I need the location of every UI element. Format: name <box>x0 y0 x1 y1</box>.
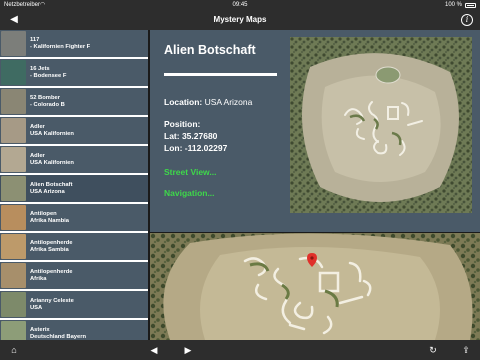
list-item-thumbnail <box>1 118 26 143</box>
list-item-thumbnail <box>1 205 26 230</box>
list-item-thumbnail <box>1 292 26 317</box>
battery-percent: 100 % <box>444 2 462 8</box>
list-item-thumbnail <box>1 89 26 114</box>
list-item-subtitle: - Kalifornien Fighter F <box>30 44 91 50</box>
list-item-subtitle: USA Kalifornien <box>30 131 74 137</box>
satellite-thumbnail[interactable] <box>290 37 472 213</box>
list-item-title: Arianny Celeste <box>30 298 74 304</box>
list-item-title: Adler <box>30 153 45 159</box>
list-item-title: Antilopenherde <box>30 269 73 275</box>
list-item-thumbnail <box>1 60 26 85</box>
list-item-title: Adler <box>30 124 45 130</box>
list-item[interactable]: Adler USA Kalifornien <box>0 146 148 175</box>
bottom-toolbar: ⌂ ◀ ▶ ↻ ⇪ <box>0 340 480 360</box>
list-item-thumbnail <box>1 263 26 288</box>
satellite-map[interactable] <box>150 233 480 340</box>
location-label: Location: <box>164 97 203 107</box>
position-label: Position: <box>164 119 201 129</box>
list-item-subtitle: USA <box>30 305 43 311</box>
share-icon[interactable]: ⇪ <box>458 342 474 358</box>
navigation-link[interactable]: Navigation... <box>164 188 215 198</box>
list-item-thumbnail <box>1 321 26 340</box>
list-item-subtitle: - Colorado B <box>30 102 65 108</box>
previous-icon[interactable]: ◀ <box>146 342 162 358</box>
list-item-title: Asterix <box>30 327 50 333</box>
list-item-thumbnail <box>1 176 26 201</box>
list-item[interactable]: Asterix Deutschland Bayern <box>0 320 148 340</box>
reload-icon[interactable]: ↻ <box>425 342 441 358</box>
list-item-title: Alien Botschaft <box>30 182 73 188</box>
location-line: Location: USA Arizona <box>164 97 252 107</box>
list-item[interactable]: Alien Botschaft USA Arizona <box>0 175 148 204</box>
satellite-thumbnail-image <box>290 37 472 213</box>
status-bar: Netzbetreiber ◠ 09:45 100 % <box>0 0 480 10</box>
detail-panel: Alien Botschaft Location: USA Arizona Po… <box>150 30 288 232</box>
list-item-thumbnail <box>1 234 26 259</box>
list-item[interactable]: 52 Bomber - Colorado B <box>0 88 148 117</box>
longitude: Lon: -112.02297 <box>164 143 228 153</box>
list-item-title: 117 <box>30 37 40 43</box>
home-icon[interactable]: ⌂ <box>6 342 22 358</box>
list-item-subtitle: - Bodensee F <box>30 73 67 79</box>
list-item-thumbnail <box>1 147 26 172</box>
location-value: USA Arizona <box>204 97 253 107</box>
next-icon[interactable]: ▶ <box>180 342 196 358</box>
list-item-subtitle: Afrika <box>30 276 47 282</box>
list-item-title: Antilopen <box>30 211 57 217</box>
list-item[interactable]: Antilopenherde Afrika <box>0 262 148 291</box>
title-divider <box>164 73 277 76</box>
list-item[interactable]: Arianny Celeste USA <box>0 291 148 320</box>
list-item-thumbnail <box>1 31 26 56</box>
list-item-title: 52 Bomber <box>30 95 60 101</box>
list-item[interactable]: 16 Jets - Bodensee F <box>0 59 148 88</box>
info-icon[interactable]: i <box>461 14 473 26</box>
satellite-map-image <box>150 233 480 340</box>
list-item-subtitle: Afrika Sambia <box>30 247 69 253</box>
list-item[interactable]: Antilopenherde Afrika Sambia <box>0 233 148 262</box>
list-item[interactable]: Antilopen Afrika Nambia <box>0 204 148 233</box>
location-name: Alien Botschaft <box>164 43 256 57</box>
list-item-title: Antilopenherde <box>30 240 73 246</box>
list-item-subtitle: USA Kalifornien <box>30 160 74 166</box>
list-item[interactable]: Adler USA Kalifornien <box>0 117 148 146</box>
street-view-link[interactable]: Street View... <box>164 167 216 177</box>
list-item-subtitle: Afrika Nambia <box>30 218 69 224</box>
battery-icon <box>465 3 476 8</box>
location-list[interactable]: 117- Kalifornien Fighter F 16 Jets - Boden… <box>0 30 148 340</box>
clock: 09:45 <box>232 2 248 8</box>
list-item-subtitle: USA Arizona <box>30 189 65 195</box>
list-item[interactable]: 117- Kalifornien Fighter F <box>0 30 148 59</box>
list-item-title: 16 Jets <box>30 66 50 72</box>
navigation-bar: ◀ Mystery Maps i <box>0 10 480 30</box>
page-title: Mystery Maps <box>213 15 267 24</box>
latitude: Lat: 35.27680 <box>164 131 218 141</box>
